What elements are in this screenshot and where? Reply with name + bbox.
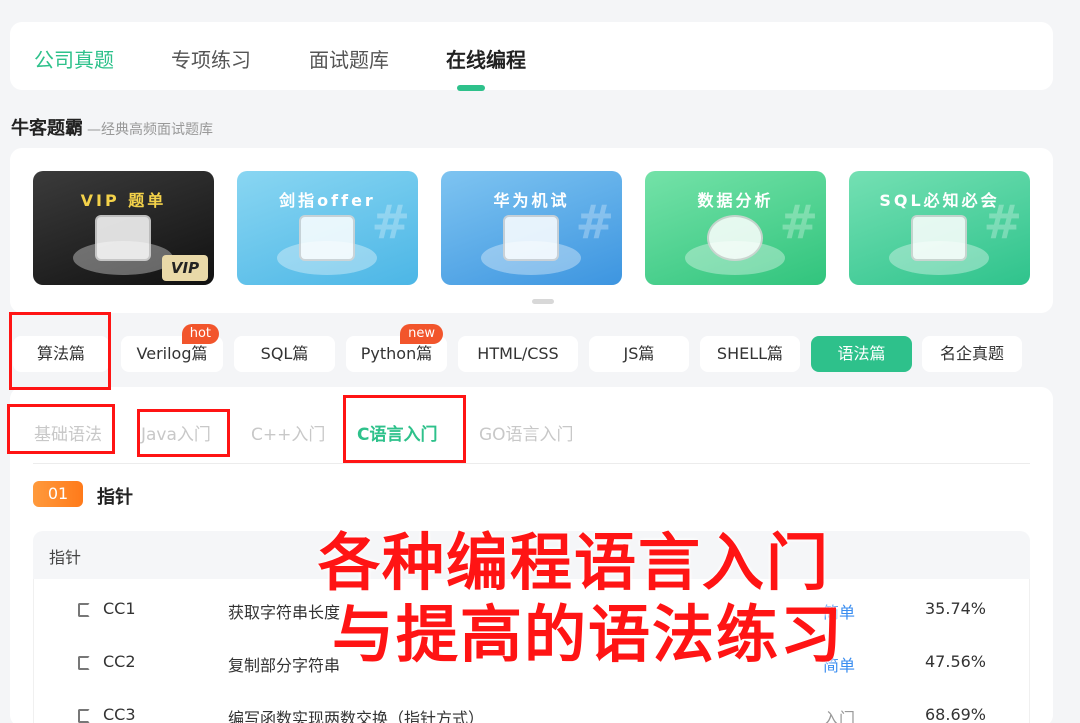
hash-icon: # xyxy=(779,195,818,249)
category-label: Python篇 xyxy=(360,344,433,363)
problem-id: CC3 xyxy=(103,705,136,723)
problem-name[interactable]: 编写函数实现两数交换（指针方式） xyxy=(228,705,484,723)
category-label: 名企真题 xyxy=(939,344,1004,363)
category-label: 语法篇 xyxy=(837,344,886,363)
category-verilog[interactable]: Verilog篇 hot xyxy=(121,324,223,372)
category-python[interactable]: Python篇 new xyxy=(346,324,447,372)
category-company-questions[interactable]: 名企真题 xyxy=(922,336,1022,372)
subtab-go[interactable]: GO语言入门 xyxy=(479,420,574,445)
exercise-icon xyxy=(78,603,90,617)
category-syntax[interactable]: 语法篇 xyxy=(811,336,912,372)
difficulty-label: 入门 xyxy=(823,709,856,723)
category-label: JS篇 xyxy=(623,344,655,363)
top-nav: 公司真题 专项练习 面试题库 在线编程 xyxy=(10,22,1053,91)
page-title-text: 牛客题霸 xyxy=(11,118,83,139)
pie-chart-illustration xyxy=(707,215,763,261)
book-illustration xyxy=(299,215,355,261)
tab-interview-bank[interactable]: 面试题库 xyxy=(309,44,389,73)
subtab-cpp[interactable]: C++入门 xyxy=(251,420,325,445)
banner-carousel: VIP 题单 VIP 剑指offer # 华为机试 # 数据分析 # SQL必知… xyxy=(10,148,1053,313)
table-row[interactable]: CC3 编写函数实现两数交换（指针方式） 入门 68.69% xyxy=(0,703,1080,723)
pass-rate: 47.56% xyxy=(925,652,987,671)
problem-id: CC2 xyxy=(103,652,136,671)
banner-title: VIP 题单 xyxy=(80,191,167,210)
section-number-badge: 01 xyxy=(33,481,83,507)
tab-special-practice[interactable]: 专项练习 xyxy=(171,44,251,73)
annotation-box xyxy=(137,409,230,457)
page-subtitle: —经典高频面试题库 xyxy=(87,122,213,138)
category-label: Verilog篇 xyxy=(136,344,208,363)
tab-online-coding[interactable]: 在线编程 xyxy=(446,44,526,73)
section-title: 指针 xyxy=(97,487,133,508)
tab-company-questions[interactable]: 公司真题 xyxy=(34,44,114,73)
problem-id: CC1 xyxy=(103,599,136,618)
banner-huawei-test[interactable]: 华为机试 # xyxy=(441,171,622,285)
new-badge: new xyxy=(400,324,443,344)
folder-illustration xyxy=(95,215,151,261)
book-illustration xyxy=(911,215,967,261)
category-sql[interactable]: SQL篇 xyxy=(234,336,335,372)
laptop-illustration xyxy=(503,215,559,261)
banner-vip[interactable]: VIP 题单 VIP xyxy=(33,171,214,285)
banner-data-analysis[interactable]: 数据分析 # xyxy=(645,171,826,285)
category-html-css[interactable]: HTML/CSS xyxy=(458,336,578,372)
annotation-box xyxy=(7,404,115,454)
category-js[interactable]: JS篇 xyxy=(589,336,689,372)
category-label: HTML/CSS xyxy=(477,344,559,363)
active-tab-indicator xyxy=(457,85,485,91)
category-shell[interactable]: SHELL篇 xyxy=(700,336,800,372)
category-label: SQL篇 xyxy=(260,344,309,363)
hot-badge: hot xyxy=(181,324,219,344)
banner-jianzhi-offer[interactable]: 剑指offer # xyxy=(237,171,418,285)
hash-icon: # xyxy=(983,195,1022,249)
hash-icon: # xyxy=(575,195,614,249)
divider xyxy=(33,463,1030,464)
exercise-icon xyxy=(78,709,90,723)
overlay-caption-line2: 与提高的语法练习 xyxy=(332,598,845,671)
problem-name[interactable]: 复制部分字符串 xyxy=(228,652,340,676)
pass-rate: 68.69% xyxy=(925,705,987,723)
vip-badge: VIP xyxy=(162,255,208,281)
problem-name[interactable]: 获取字符串长度 xyxy=(228,599,340,623)
exercise-icon xyxy=(78,656,90,670)
page-title: 牛客题霸 —经典高频面试题库 xyxy=(11,114,213,140)
category-label: SHELL篇 xyxy=(716,344,784,363)
hash-icon: # xyxy=(371,195,410,249)
table-header-label: 指针 xyxy=(49,548,82,567)
banner-sql[interactable]: SQL必知必会 # xyxy=(849,171,1030,285)
pass-rate: 35.74% xyxy=(925,599,987,618)
annotation-box xyxy=(343,395,466,463)
carousel-indicator[interactable] xyxy=(532,299,554,304)
annotation-box xyxy=(9,312,111,390)
